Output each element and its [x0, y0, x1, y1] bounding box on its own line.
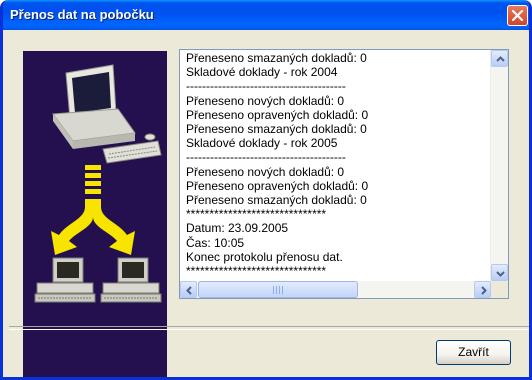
branch-computer-icon-left: [34, 257, 96, 303]
vertical-scrollbar[interactable]: [490, 50, 508, 281]
transfer-log-text: Přeneseno smazaných dokladů: 0 Skladové …: [186, 51, 369, 279]
scroll-right-button[interactable]: [474, 281, 491, 298]
main-computer-icon: [52, 64, 162, 164]
scroll-left-button[interactable]: [180, 281, 197, 298]
arrow-up-icon: [496, 56, 505, 62]
arrow-down-icon: [496, 271, 505, 277]
horizontal-scrollbar[interactable]: [180, 281, 491, 298]
data-transfer-illustration: [34, 64, 162, 303]
close-button[interactable]: Zavřít: [436, 340, 511, 365]
scroll-up-button[interactable]: [491, 50, 508, 67]
title-bar[interactable]: Přenos dat na pobočku: [3, 0, 529, 30]
arrow-left-icon: [186, 286, 192, 295]
transfer-illustration: [23, 51, 167, 377]
scroll-down-button[interactable]: [491, 264, 508, 281]
dialog-window: Přenos dat na pobočku Přeneseno smazanýc…: [0, 0, 532, 380]
arrow-right-icon: [481, 286, 487, 295]
title-close-button[interactable]: [507, 5, 528, 26]
horizontal-scroll-thumb[interactable]: [198, 281, 358, 298]
close-x-icon: [511, 9, 524, 22]
yellow-arrows: [51, 165, 135, 255]
branch-computer-icon-right: [100, 257, 162, 303]
transfer-log[interactable]: Přeneseno smazaných dokladů: 0 Skladové …: [179, 49, 509, 299]
scroll-corner: [491, 281, 508, 298]
window-title: Přenos dat na pobočku: [10, 7, 154, 22]
separator-line: [9, 326, 529, 330]
scroll-grip: [273, 286, 283, 294]
